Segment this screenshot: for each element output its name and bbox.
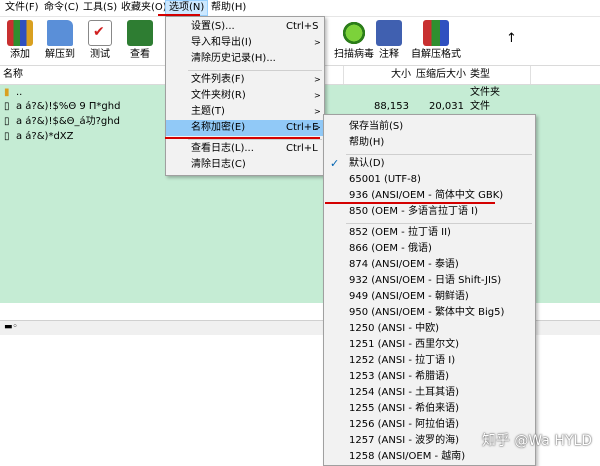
annotation-underline-encoding (165, 137, 320, 139)
menu-separator (188, 139, 322, 140)
file-icon: ▯ (4, 101, 10, 112)
virus-icon (341, 20, 367, 46)
chevron-right-icon: > (314, 75, 321, 84)
menu-item-874[interactable]: 874 (ANSI/OEM - 泰语) (324, 257, 535, 273)
menu-item-save-current[interactable]: 保存当前(S) (324, 119, 535, 135)
column-type[interactable]: 类型 (467, 66, 531, 84)
menu-item-clear-history[interactable]: 清除历史记录(H)... (166, 51, 324, 67)
menubar: 文件(F) 命令(C) 工具(S) 收藏夹(O) 选项(N) 帮助(H) (0, 0, 600, 17)
scan-virus-button[interactable]: 扫描病毒 (332, 20, 376, 62)
chevron-right-icon: > (314, 107, 321, 116)
menu-item-932[interactable]: 932 (ANSI/OEM - 日语 Shift-JIS) (324, 273, 535, 289)
menu-item-clear-log[interactable]: 清除日志(C) (166, 157, 324, 173)
menu-item-866[interactable]: 866 (OEM - 俄语) (324, 241, 535, 257)
book-icon (127, 20, 153, 46)
test-icon: ✔ (88, 20, 112, 46)
chevron-right-icon: > (314, 91, 321, 100)
drive-icon: ▬◦ (4, 322, 18, 332)
menu-item-view-log[interactable]: 查看日志(L)... Ctrl+L (166, 141, 324, 157)
menu-item-949[interactable]: 949 (ANSI/OEM - 朝鲜语) (324, 289, 535, 305)
menu-item-themes[interactable]: 主题(T) > (166, 104, 324, 120)
menu-item-65001[interactable]: 65001 (UTF-8) (324, 172, 535, 188)
menu-item-1252[interactable]: 1252 (ANSI - 拉丁语 I) (324, 353, 535, 369)
menu-item-1253[interactable]: 1253 (ANSI - 希腊语) (324, 369, 535, 385)
menu-item-852[interactable]: 852 (OEM - 拉丁语 II) (324, 225, 535, 241)
menu-item-1254[interactable]: 1254 (ANSI - 土耳其语) (324, 385, 535, 401)
watermark: 知乎 @Wa HYLD (481, 433, 592, 449)
checkmark-icon: ✓ (330, 157, 340, 170)
annotation-underline-936 (325, 202, 495, 204)
menu-item-950[interactable]: 950 (ANSI/OEM - 繁体中文 Big5) (324, 305, 535, 321)
extract-to-button[interactable]: 解压到 (42, 20, 78, 62)
menu-item-1250[interactable]: 1250 (ANSI - 中欧) (324, 321, 535, 337)
menu-item-1255[interactable]: 1255 (ANSI - 希伯来语) (324, 401, 535, 417)
options-menu: 设置(S)... Ctrl+S 导入和导出(I) > 清除历史记录(H)... 文件… (165, 16, 325, 176)
folder-up-icon: ▮ (4, 87, 10, 98)
chevron-right-icon: > (314, 123, 321, 132)
menu-item-name-encoding[interactable]: 名称加密(E) Ctrl+E > (166, 120, 324, 136)
comment-button[interactable]: 注释 (372, 20, 406, 62)
menu-item-file-list[interactable]: 文件列表(F) > (166, 72, 324, 88)
encoding-submenu: 保存当前(S) 帮助(H) ✓ 默认(D) 65001 (UTF-8) 936 (… (323, 114, 536, 466)
menu-item-help[interactable]: 帮助(H) (324, 135, 535, 151)
comment-icon (376, 20, 402, 46)
sfx-button[interactable]: 自解压格式 (408, 20, 464, 62)
folder-icon (47, 20, 73, 46)
add-button[interactable]: 添加 (2, 20, 38, 62)
menu-file[interactable]: 文件(F) (2, 0, 42, 16)
menu-item-1251[interactable]: 1251 (ANSI - 西里尔文) (324, 337, 535, 353)
sfx-box-icon (423, 20, 449, 46)
column-size[interactable]: 大小 (370, 66, 415, 84)
up-arrow-icon[interactable]: ↑ (506, 31, 517, 46)
column-packed-size[interactable]: 压缩后大小 (411, 66, 470, 84)
chevron-right-icon: > (314, 38, 321, 47)
menu-tools[interactable]: 工具(S) (80, 0, 120, 16)
menu-command[interactable]: 命令(C) (41, 0, 82, 16)
menu-item-folder-tree[interactable]: 文件夹树(R) > (166, 88, 324, 104)
menu-separator (346, 223, 532, 224)
menu-help[interactable]: 帮助(H) (208, 0, 249, 16)
menu-separator (188, 70, 322, 71)
archive-books-icon (7, 20, 33, 46)
menu-item-default[interactable]: ✓ 默认(D) (324, 156, 535, 172)
menu-item-settings[interactable]: 设置(S)... Ctrl+S (166, 19, 324, 35)
menu-item-import-export[interactable]: 导入和导出(I) > (166, 35, 324, 51)
view-button[interactable]: 查看 (122, 20, 158, 62)
menu-item-850[interactable]: 850 (OEM - 多语言拉丁语 I) (324, 204, 535, 220)
test-button[interactable]: ✔ 测试 (82, 20, 118, 62)
file-icon: ▯ (4, 131, 10, 142)
file-icon: ▯ (4, 116, 10, 127)
menu-separator (346, 154, 532, 155)
